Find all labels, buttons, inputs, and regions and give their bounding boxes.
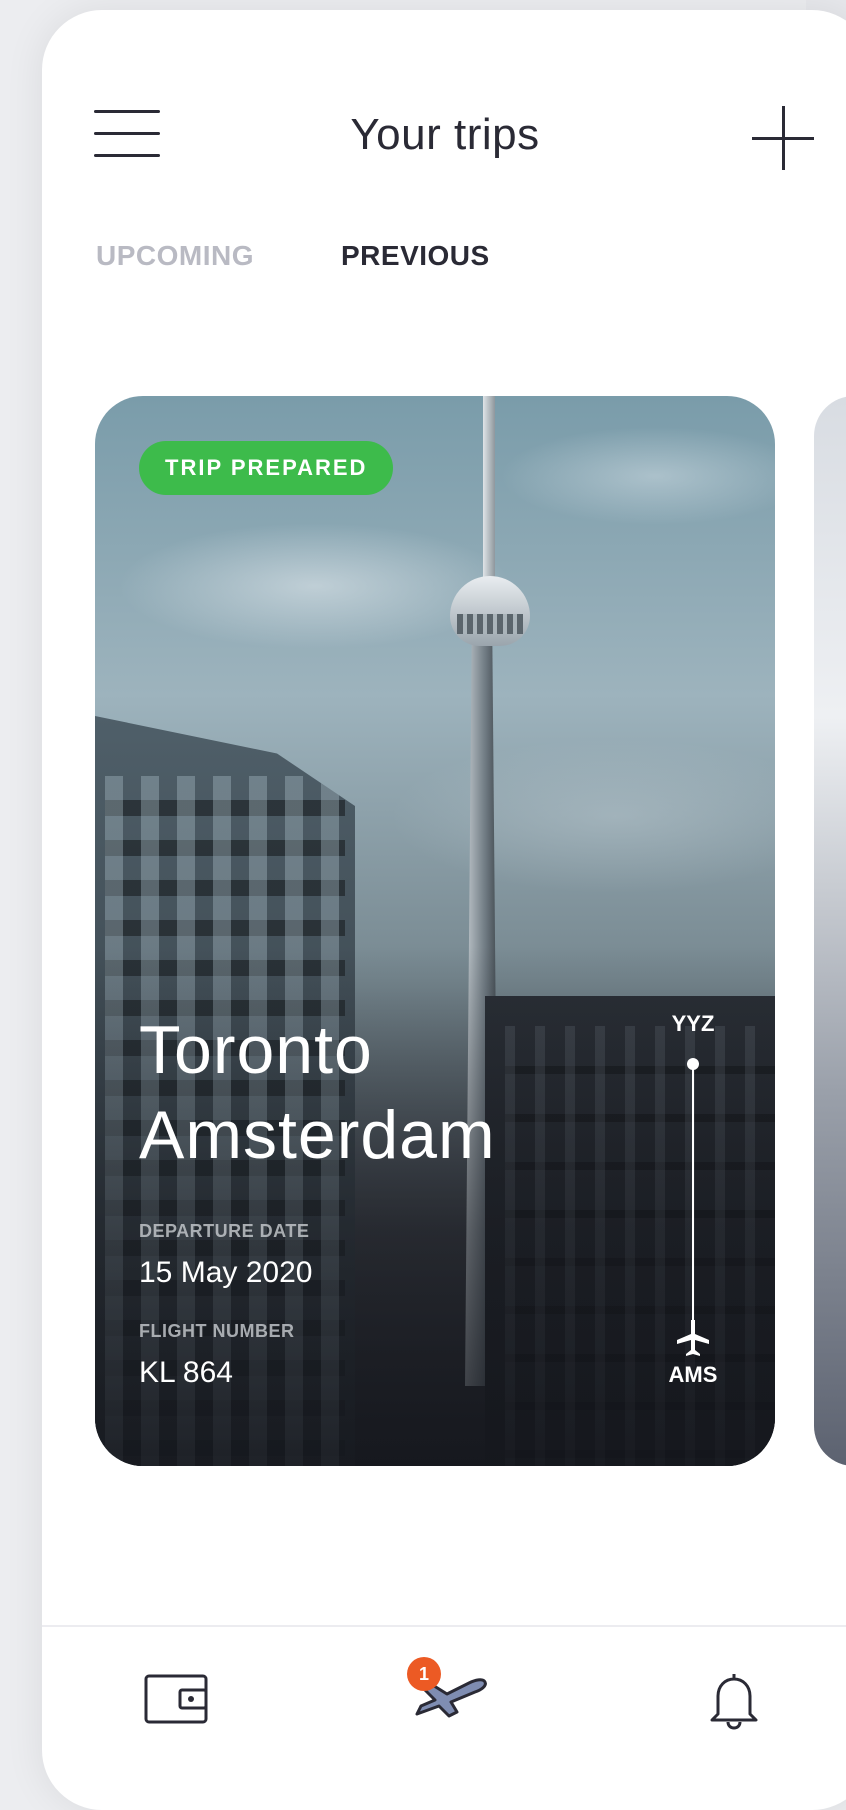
wallet-icon[interactable]: [144, 1670, 210, 1726]
bell-icon[interactable]: [706, 1670, 762, 1730]
plus-icon-vertical: [782, 106, 785, 170]
origin-airport-code: YYZ: [671, 1011, 715, 1036]
route-line: [692, 1064, 694, 1339]
destination-city: Amsterdam: [139, 1097, 496, 1173]
bottom-nav-divider: [42, 1625, 846, 1627]
trip-card[interactable]: TRIP PREPARED Toronto Amsterdam DEPARTUR…: [95, 396, 775, 1466]
airplane-down-icon: [677, 1320, 709, 1356]
add-trip-button[interactable]: [752, 106, 816, 170]
photo-tower-windows: [457, 614, 523, 634]
destination-airport-code: AMS: [668, 1362, 718, 1387]
tab-previous[interactable]: PREVIOUS: [341, 240, 490, 272]
photo-tower-antenna: [483, 396, 495, 581]
flight-number-value: KL 864: [139, 1356, 233, 1389]
flight-number-label: FLIGHT NUMBER: [139, 1321, 295, 1341]
app-screen: Your trips UPCOMING PREVIOUS TRIP PREPAR…: [42, 10, 846, 1810]
status-badge: TRIP PREPARED: [139, 441, 394, 495]
departure-date-value: 15 May 2020: [139, 1256, 313, 1289]
origin-city: Toronto: [139, 1012, 373, 1088]
tab-upcoming[interactable]: UPCOMING: [96, 240, 254, 272]
departure-date-label: DEPARTURE DATE: [139, 1221, 310, 1241]
notification-badge: 1: [407, 1657, 441, 1691]
photo-tower-pod: [450, 576, 530, 646]
next-trip-card-peek[interactable]: [814, 396, 846, 1466]
page-title: Your trips: [350, 110, 540, 159]
